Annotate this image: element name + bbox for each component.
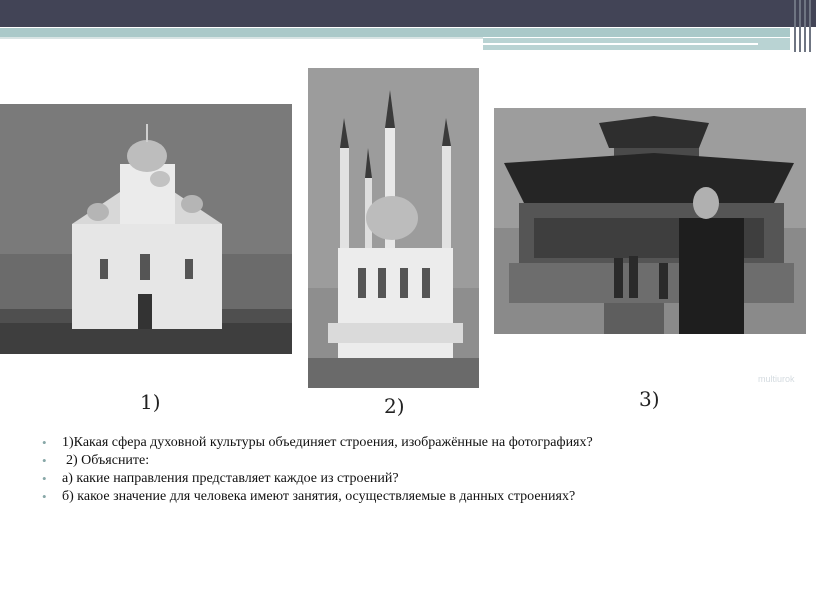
question-list: 1)Какая сфера духовной культуры объединя… [42, 434, 762, 506]
question-item: а) какие направления представляет каждое… [42, 470, 762, 488]
accent-band [0, 28, 790, 37]
watermark: multiurok [758, 374, 795, 384]
question-item: 2) Объясните: [42, 452, 762, 470]
accent-line [483, 43, 758, 45]
orthodox-church-photo [0, 104, 292, 354]
question-item: б) какое значение для человека имеют зан… [42, 488, 762, 506]
caption-1: 1) [140, 390, 161, 414]
caption-2: 2) [384, 394, 405, 418]
question-item: 1)Какая сфера духовной культуры объединя… [42, 434, 762, 452]
mosque-photo [308, 68, 479, 388]
caption-3: 3) [639, 387, 660, 411]
decorative-bars [794, 0, 812, 52]
header-divider [0, 37, 483, 39]
buddhist-temple-photo [494, 108, 806, 334]
header-band [0, 0, 816, 27]
